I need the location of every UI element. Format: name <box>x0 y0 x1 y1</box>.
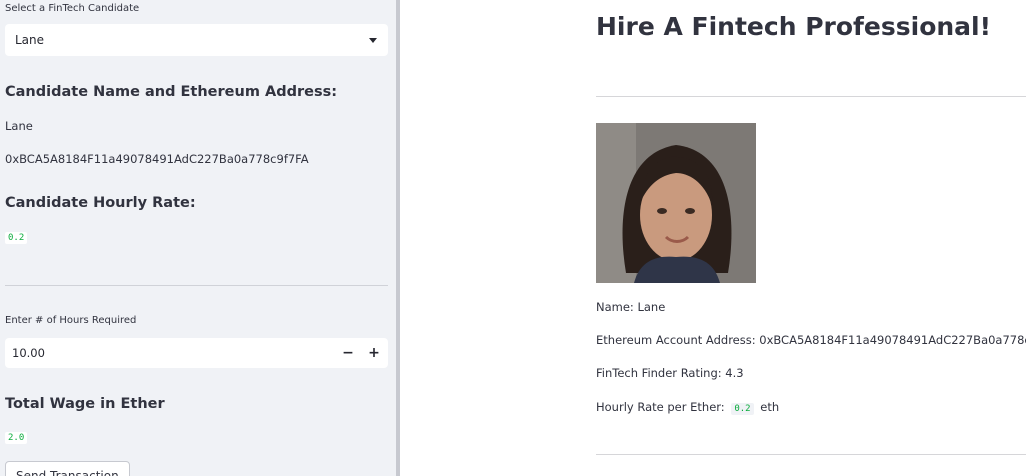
main-divider-bottom <box>596 454 1026 455</box>
increment-button[interactable]: + <box>364 343 384 363</box>
hours-input-value[interactable]: 10.00 <box>12 346 45 360</box>
candidate-name: Lane <box>5 119 33 133</box>
sidebar: Select a FinTech Candidate Lane Candidat… <box>0 0 396 476</box>
hourly-rate-chip: 0.2 <box>731 403 754 415</box>
hourly-rate-value: 0.2 <box>5 232 28 244</box>
main-divider-top <box>596 96 1026 97</box>
candidate-address: 0xBCA5A8184F11a49078491AdC227Ba0a778c9f7… <box>5 152 309 166</box>
page-title: Hire A Fintech Professional! <box>596 12 992 41</box>
hours-number-input[interactable]: 10.00 − + <box>5 338 388 368</box>
hours-input-label: Enter # of Hours Required <box>5 315 137 326</box>
candidate-name-line: Name: Lane <box>596 300 666 314</box>
name-address-heading: Candidate Name and Ethereum Address: <box>5 84 338 100</box>
hourly-rate-heading: Candidate Hourly Rate: <box>5 195 196 211</box>
hourly-rate-line: Hourly Rate per Ether: 0.2 eth <box>596 400 780 415</box>
candidate-select-label: Select a FinTech Candidate <box>5 3 140 14</box>
main-content: Hire A Fintech Professional! Name: Lane … <box>400 0 1026 476</box>
total-wage-heading: Total Wage in Ether <box>5 396 165 412</box>
portrait-image <box>596 123 756 283</box>
hourly-rate-suffix: eth <box>760 400 780 414</box>
total-wage-value: 2.0 <box>5 432 28 444</box>
candidate-select[interactable]: Lane <box>5 24 388 56</box>
candidate-select-value: Lane <box>15 33 45 47</box>
send-transaction-button[interactable]: Send Transaction <box>5 461 130 476</box>
chevron-down-icon[interactable] <box>369 38 377 43</box>
ethereum-address-line: Ethereum Account Address: 0xBCA5A8184F11… <box>596 333 1026 347</box>
sidebar-divider <box>5 285 388 286</box>
decrement-button[interactable]: − <box>338 343 358 363</box>
candidate-photo <box>596 123 756 283</box>
rating-line: FinTech Finder Rating: 4.3 <box>596 366 744 380</box>
hourly-rate-prefix: Hourly Rate per Ether: <box>596 400 725 414</box>
